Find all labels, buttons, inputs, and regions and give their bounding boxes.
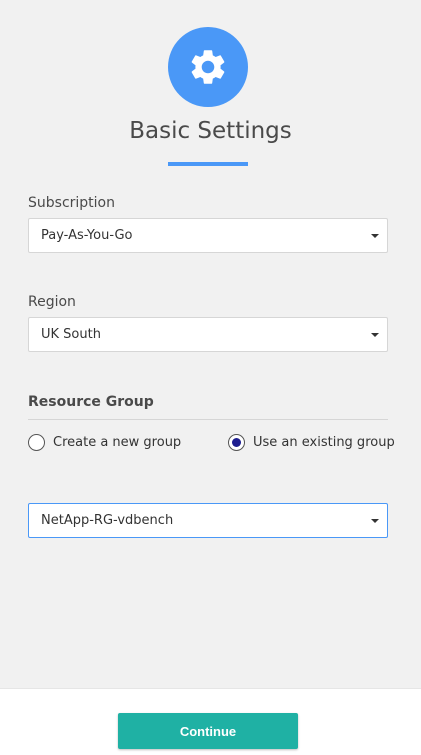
footer-bar: Continue [0,688,421,755]
radio-circle-selected[interactable] [228,434,245,451]
radio-create-new-group[interactable]: Create a new group [28,434,181,451]
radio-label: Create a new group [53,435,182,450]
subscription-select[interactable]: Pay-As-You-Go [28,218,388,253]
radio-label: Use an existing group [253,435,395,450]
radio-use-existing-group[interactable]: Use an existing group [228,434,395,451]
settings-badge [168,27,248,107]
title-underline [168,162,248,166]
subscription-label: Subscription [28,195,115,211]
chevron-down-icon [371,519,379,523]
resource-group-value: NetApp-RG-vdbench [41,513,174,528]
subscription-value: Pay-As-You-Go [41,228,133,243]
region-select[interactable]: UK South [28,317,388,352]
resource-group-title: Resource Group [28,394,154,410]
settings-panel: Basic Settings Subscription Pay-As-You-G… [0,0,421,688]
region-value: UK South [41,327,101,342]
page-title: Basic Settings [129,118,292,144]
radio-circle[interactable] [28,434,45,451]
resource-group-select[interactable]: NetApp-RG-vdbench [28,503,388,538]
chevron-down-icon [371,333,379,337]
chevron-down-icon [371,234,379,238]
section-divider [28,419,388,420]
gear-icon [191,50,225,84]
continue-button[interactable]: Continue [118,713,298,749]
region-label: Region [28,294,76,310]
